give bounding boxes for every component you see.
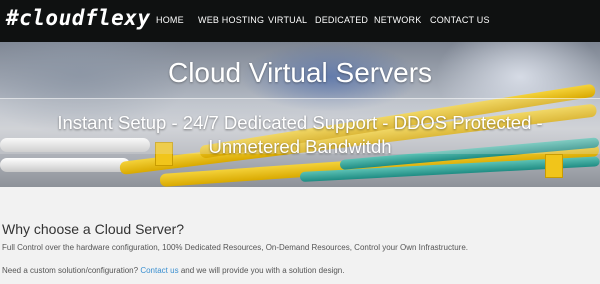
nav-item-web-hosting[interactable]: WEB HOSTING xyxy=(198,15,264,25)
hero-banner: Cloud Virtual Servers Instant Setup - 24… xyxy=(0,42,600,187)
top-navbar: #cloudflexy HOME WEB HOSTING VIRTUAL DED… xyxy=(0,0,600,42)
nav-item-network[interactable]: NETWORK xyxy=(374,15,421,25)
site-logo[interactable]: #cloudflexy xyxy=(6,6,151,30)
features-paragraph: Full Control over the hardware configura… xyxy=(2,243,468,252)
custom-solution-paragraph: Need a custom solution/configuration? Co… xyxy=(2,266,344,275)
main-content: Why choose a Cloud Server? Full Control … xyxy=(2,221,598,275)
contact-us-link[interactable]: Contact us xyxy=(140,266,178,275)
hero-subtitle: Instant Setup - 24/7 Dedicated Support -… xyxy=(57,112,543,157)
nav-item-home[interactable]: HOME xyxy=(156,15,184,25)
white-cable-graphic xyxy=(0,158,130,172)
nav-item-contact-us[interactable]: CONTACT US xyxy=(430,15,490,25)
hero-title: Cloud Virtual Servers xyxy=(167,57,433,88)
solution-design-text: and we will provide you with a solution … xyxy=(180,266,345,275)
nav-item-virtual[interactable]: VIRTUAL xyxy=(268,15,307,25)
nav-item-dedicated[interactable]: DEDICATED xyxy=(315,15,368,25)
custom-solution-text: Need a custom solution/configuration? xyxy=(2,266,139,275)
section-title: Why choose a Cloud Server? xyxy=(2,221,185,237)
